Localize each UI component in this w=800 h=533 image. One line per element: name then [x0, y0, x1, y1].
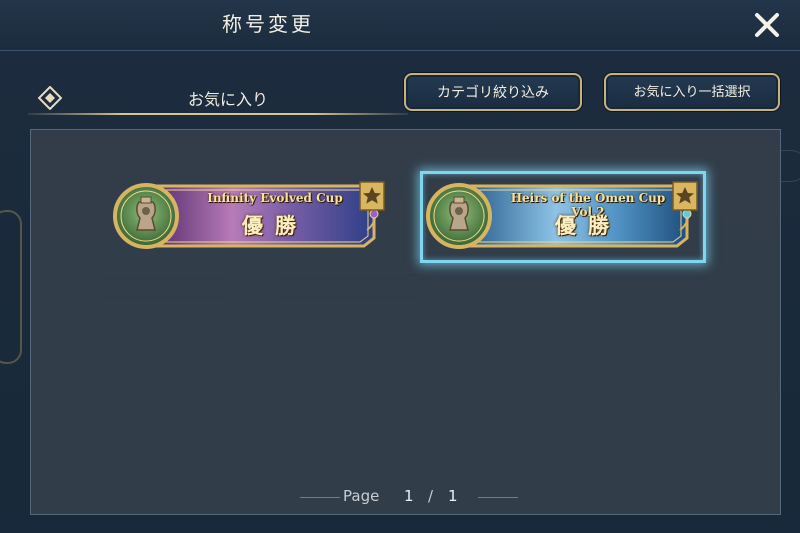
pager-total: 1: [448, 487, 458, 505]
title-change-dialog: 称号変更 お気に入り カテゴリ絞り込み お気に入り一括選択 Infinity E…: [0, 0, 800, 533]
pager-divider: [478, 497, 518, 498]
pager-label: Page: [343, 487, 380, 505]
title-rank: 優勝: [242, 213, 308, 238]
diamond-icon: [38, 86, 62, 110]
close-icon: [755, 13, 779, 37]
bulk-favorite-select-button[interactable]: お気に入り一括選択: [604, 73, 780, 111]
close-button[interactable]: [748, 6, 786, 44]
dialog-title: 称号変更: [222, 12, 314, 36]
title-rank: 優勝: [555, 213, 621, 238]
dialog-header: 称号変更: [0, 0, 800, 51]
pager-divider: [300, 497, 340, 498]
title-plate[interactable]: Heirs of the Omen Cup Vol.2 優勝: [425, 180, 703, 250]
pagination: Page 1 / 1: [300, 486, 520, 508]
pager-separator: /: [428, 487, 434, 505]
title-plate[interactable]: Infinity Evolved Cup 優勝: [112, 180, 390, 250]
title-name: Infinity Evolved Cup: [207, 191, 343, 205]
tab-favorites-label: お気に入り: [188, 90, 269, 109]
pager-current: 1: [404, 487, 414, 505]
category-filter-button[interactable]: カテゴリ絞り込み: [404, 73, 582, 111]
